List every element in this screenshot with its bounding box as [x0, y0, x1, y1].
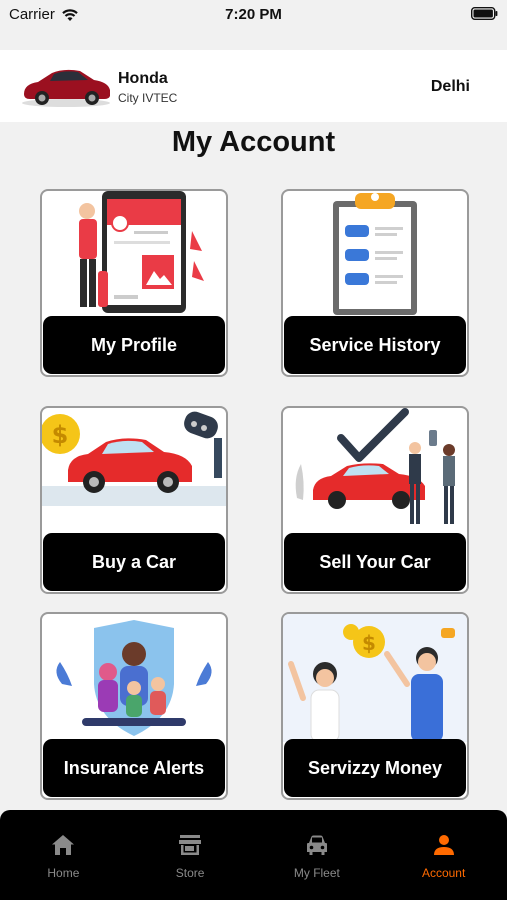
tab-label: My Fleet [293, 866, 340, 880]
svg-text:$: $ [52, 421, 69, 449]
tab-my-fleet[interactable]: My Fleet [254, 810, 381, 900]
store-icon [179, 835, 202, 855]
servizzy-money-tile[interactable]: $ Servizzy Money [281, 612, 469, 800]
tab-label: Store [175, 866, 205, 880]
battery-icon [471, 7, 498, 20]
tab-label: Account [421, 866, 466, 880]
buy-car-illustration: $ [42, 411, 226, 506]
clipboard-illustration [333, 193, 417, 315]
tile-label: My Profile [43, 316, 225, 374]
city-selector[interactable]: Delhi [431, 78, 470, 96]
status-time: 7:20 PM [225, 6, 282, 23]
tab-store[interactable]: Store [127, 810, 254, 900]
tab-label: Home [47, 866, 80, 880]
tile-label: Service History [284, 316, 466, 374]
money-illustration: $ [283, 614, 467, 742]
my-profile-tile[interactable]: My Profile [40, 189, 228, 377]
tile-label: Buy a Car [43, 533, 225, 591]
person-icon [433, 835, 454, 855]
status-bar: Carrier 7:20 PM [0, 0, 507, 30]
car-thumbnail [22, 69, 110, 107]
car-icon [306, 835, 327, 855]
car-model: City IVTEC [118, 91, 178, 105]
sell-your-car-tile[interactable]: Sell Your Car [281, 406, 469, 594]
car-make: Honda [118, 70, 168, 87]
profile-illustration [79, 191, 204, 313]
service-history-tile[interactable]: Service History [281, 189, 469, 377]
tab-account[interactable]: Account [380, 810, 507, 900]
page-title: My Account [171, 126, 336, 158]
buy-a-car-tile[interactable]: $ Buy a Car [40, 406, 228, 594]
tab-home[interactable]: Home [0, 810, 127, 900]
tile-label: Servizzy Money [284, 739, 466, 797]
bottom-tab-bar: Home Store My Fleet Account [0, 810, 507, 900]
insurance-illustration [56, 620, 212, 736]
svg-text:$: $ [362, 631, 376, 655]
tile-label: Sell Your Car [284, 533, 466, 591]
sell-car-illustration [295, 408, 455, 524]
insurance-alerts-tile[interactable]: Insurance Alerts [40, 612, 228, 800]
tile-label: Insurance Alerts [43, 739, 225, 797]
selected-car-header[interactable]: Honda City IVTEC Delhi [0, 50, 507, 122]
home-icon [52, 835, 75, 855]
